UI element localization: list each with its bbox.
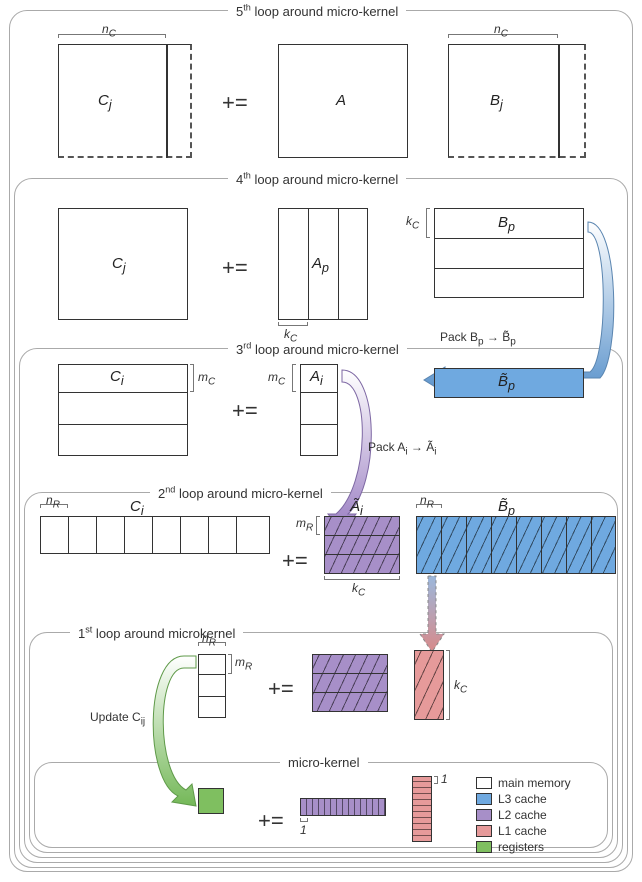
label-cj-4: Cj (112, 255, 126, 275)
op-plus-2: += (282, 548, 308, 574)
label-a: A (336, 92, 346, 109)
legend-reg: registers (476, 840, 544, 854)
label-nr-bp: nR (420, 493, 434, 510)
label-pack-a: Pack Ai → Ãi (368, 440, 437, 457)
matrix-cj (58, 44, 192, 158)
brace-mc-ai (292, 364, 296, 392)
label-mc-ai: mC (268, 370, 285, 387)
label-cj: Cj (98, 92, 112, 112)
op-plus-3: += (232, 398, 258, 424)
ap-v1 (308, 208, 309, 320)
loop-4-title: 4th loop around micro-kernel (228, 171, 406, 187)
ci-h1 (58, 392, 188, 393)
brace-kc-ap (278, 322, 308, 326)
brace-one-b (434, 776, 438, 784)
label-kc-ap: kC (284, 327, 297, 344)
loop-5-title: 5th loop around micro-kernel (228, 3, 406, 19)
ci-h2 (58, 424, 188, 425)
label-btilde-p2: B̃p (498, 498, 515, 518)
microkernel-title: micro-kernel (280, 755, 368, 770)
label-nc-bj: nC (494, 22, 508, 39)
label-ap: Ap (312, 255, 329, 275)
op-plus-mk: += (258, 808, 284, 834)
brace-kc-ai2 (324, 576, 400, 580)
label-mr-cij: mR (235, 655, 252, 672)
legend-l1: L1 cache (476, 824, 547, 838)
label-atilde-i: Ãi (350, 498, 363, 518)
matrix-a-row (300, 798, 386, 816)
brace-mr-cij (228, 654, 232, 674)
label-one-a: 1 (300, 823, 307, 837)
label-one-b: 1 (441, 772, 448, 786)
label-pack-b: Pack Bp → B̃p (440, 330, 516, 347)
gemm-loop-diagram: 5th loop around micro-kernel 4th loop ar… (0, 0, 642, 882)
matrix-ai-l2 (312, 654, 388, 712)
matrix-bj (448, 44, 586, 158)
loop-3-title: 3rd loop around micro-kernel (228, 341, 407, 357)
ap-v2 (338, 208, 339, 320)
legend-l3: L3 cache (476, 792, 547, 806)
arrow-update-c (140, 650, 220, 810)
label-kc-bp: kC (406, 214, 419, 231)
matrix-bp-l1 (414, 650, 444, 720)
brace-mc-ci (190, 364, 194, 392)
label-kc-ai2: kC (352, 581, 365, 598)
arrow-bp-to-l1 (416, 576, 456, 656)
cj-inner (166, 44, 168, 158)
bj-inner (558, 44, 560, 158)
matrix-atilde-i (324, 516, 400, 574)
legend-main: main memory (476, 776, 571, 790)
op-plus-1: += (268, 676, 294, 702)
op-plus-5: += (222, 90, 248, 116)
matrix-b-col (412, 776, 432, 842)
label-nr-ci: nR (46, 493, 60, 510)
legend-l2: L2 cache (476, 808, 547, 822)
label-ci-2: Ci (130, 498, 144, 518)
brace-one-a (300, 818, 308, 822)
label-mr-ai: mR (296, 516, 313, 533)
label-kc-l1: kC (454, 678, 467, 695)
matrix-cij-reg (198, 788, 224, 814)
label-ci-3: Ci (110, 368, 124, 388)
loop-1-title: 1st loop around microkernel (70, 625, 243, 641)
brace-kc-l1 (446, 650, 450, 720)
op-plus-4: += (222, 255, 248, 281)
label-update-c: Update Cij (90, 710, 145, 727)
label-btilde-p: B̃p (498, 373, 515, 393)
label-nc-cj: nC (102, 22, 116, 39)
label-nr-cij: nR (202, 631, 216, 648)
label-bj: Bj (490, 92, 503, 112)
brace-mr-ai (316, 516, 320, 535)
label-mc-ci: mC (198, 370, 215, 387)
